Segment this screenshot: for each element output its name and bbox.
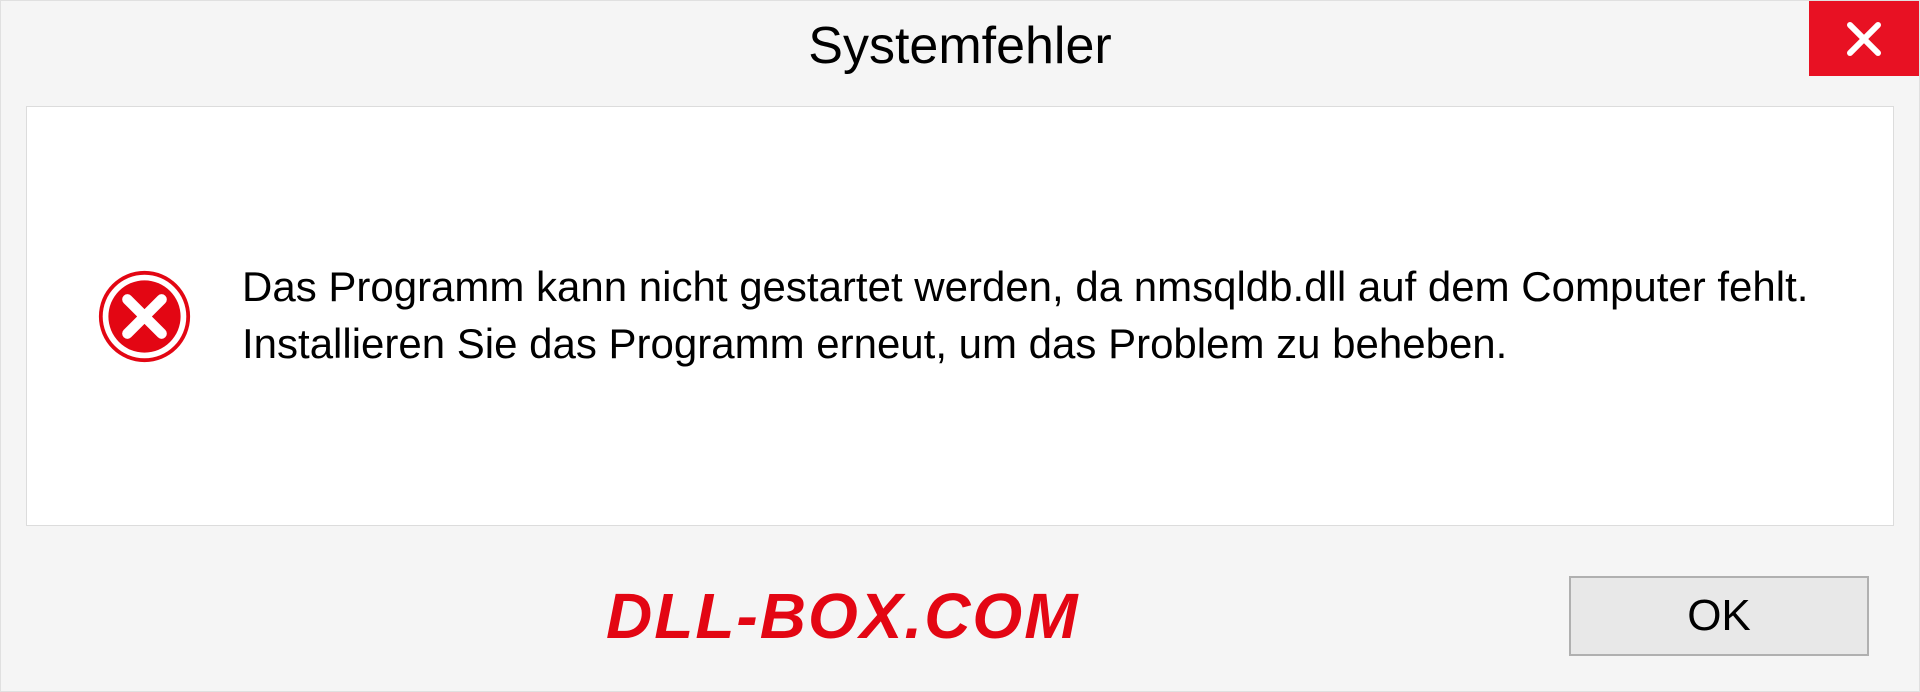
ok-button[interactable]: OK	[1569, 576, 1869, 656]
watermark-text: DLL-BOX.COM	[606, 579, 1080, 653]
content-area: Das Programm kann nicht gestartet werden…	[26, 106, 1894, 526]
error-icon	[97, 269, 192, 364]
titlebar: Systemfehler	[1, 1, 1919, 91]
close-icon	[1844, 19, 1884, 59]
dialog-footer: DLL-BOX.COM OK	[1, 541, 1919, 691]
error-message: Das Programm kann nicht gestartet werden…	[242, 259, 1823, 372]
close-button[interactable]	[1809, 1, 1919, 76]
error-dialog: Systemfehler Das Programm kann nicht ges…	[0, 0, 1920, 692]
dialog-title: Systemfehler	[808, 16, 1111, 76]
